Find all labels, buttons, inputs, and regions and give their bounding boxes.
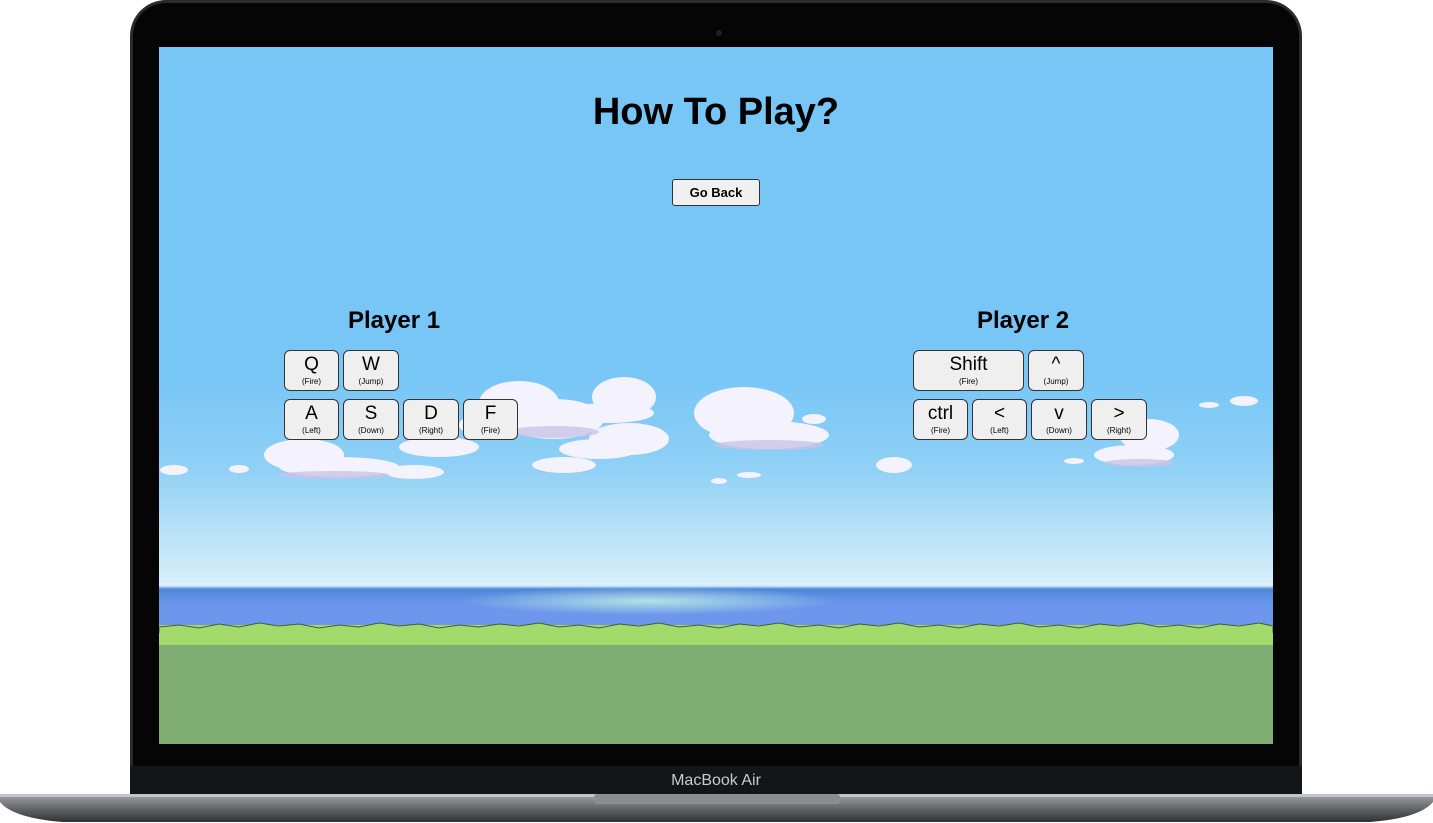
- key-label: >: [1113, 403, 1125, 424]
- key-action: (Right): [1106, 426, 1131, 435]
- key-d[interactable]: D (Right): [403, 399, 459, 440]
- key-action: (Jump): [358, 377, 384, 386]
- key-label: W: [362, 354, 380, 375]
- device-brand-label: MacBook Air: [671, 772, 761, 789]
- key-action: (Jump): [1043, 377, 1069, 386]
- key-label: A: [305, 403, 318, 424]
- key-arrow-up[interactable]: ^ (Jump): [1028, 350, 1084, 391]
- key-action: (Left): [302, 426, 321, 435]
- key-label: S: [364, 403, 378, 424]
- camera-icon: [716, 30, 722, 36]
- key-action: (Down): [358, 426, 384, 435]
- go-back-button[interactable]: Go Back: [672, 179, 760, 206]
- key-action: (Fire): [958, 377, 979, 386]
- key-q[interactable]: Q (Fire): [284, 350, 339, 391]
- key-action: (Down): [1046, 426, 1072, 435]
- sea-reflection: [459, 587, 839, 615]
- key-label: v: [1054, 403, 1064, 424]
- key-action: (Left): [990, 426, 1009, 435]
- key-ctrl[interactable]: ctrl (Fire): [913, 399, 968, 440]
- key-a[interactable]: A (Left): [284, 399, 339, 440]
- game-screen: How To Play? Go Back Player 1 Q (Fire) W…: [159, 47, 1273, 744]
- key-label: Q: [304, 354, 319, 375]
- key-label: ^: [1051, 354, 1061, 375]
- player-2-title: Player 2: [977, 307, 1070, 334]
- ground-background: [159, 645, 1273, 744]
- key-s[interactable]: S (Down): [343, 399, 399, 440]
- key-shift[interactable]: Shift (Fire): [913, 350, 1024, 391]
- key-f[interactable]: F (Fire): [463, 399, 518, 440]
- key-action: (Fire): [301, 377, 322, 386]
- key-action: (Right): [418, 426, 443, 435]
- key-action: (Fire): [930, 426, 951, 435]
- key-arrow-down[interactable]: v (Down): [1031, 399, 1087, 440]
- key-action: (Fire): [480, 426, 501, 435]
- key-label: <: [993, 403, 1006, 424]
- key-arrow-left[interactable]: < (Left): [972, 399, 1027, 440]
- player-1-title: Player 1: [348, 307, 441, 334]
- grass-edge-decoration: [159, 622, 1273, 633]
- key-label: Shift: [949, 354, 988, 375]
- key-label: D: [424, 403, 438, 424]
- key-w[interactable]: W (Jump): [343, 350, 399, 391]
- key-arrow-right[interactable]: > (Right): [1091, 399, 1147, 440]
- key-label: F: [484, 403, 497, 424]
- page-title: How To Play?: [592, 91, 840, 133]
- key-label: ctrl: [927, 403, 954, 424]
